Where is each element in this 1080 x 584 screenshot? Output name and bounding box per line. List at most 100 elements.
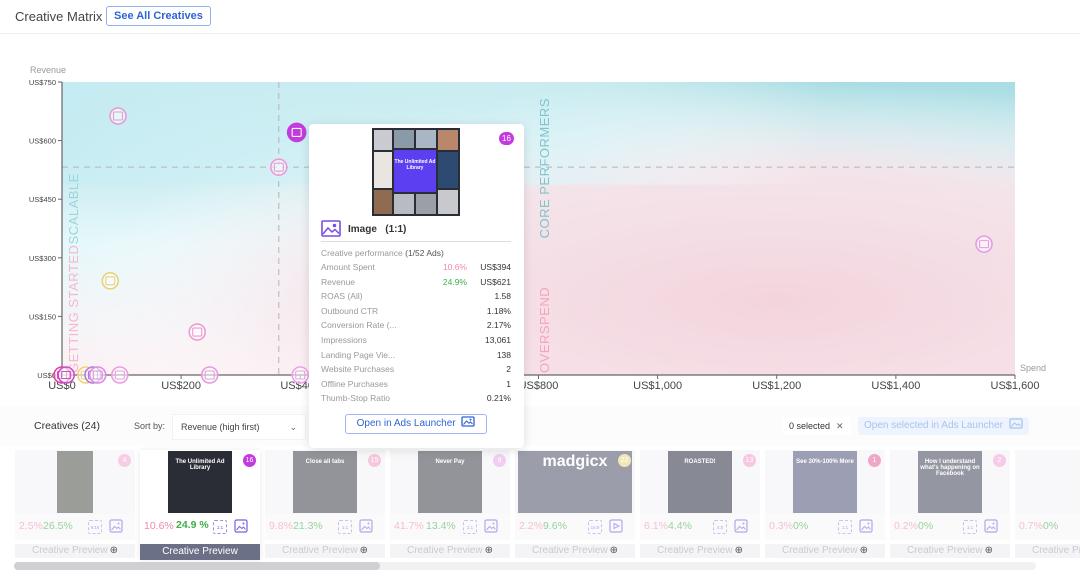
creative-card[interactable]: 0.7%0%1:1 Creative Preview⊕: [1015, 450, 1080, 558]
tooltip-thumb-text: The Unlimited Ad Library: [394, 150, 436, 192]
creative-card[interactable]: 4 2.5% 26.5% 9:16 Creative Preview ⊕: [15, 450, 135, 558]
sort-by-value: Revenue (high first): [181, 422, 260, 432]
point-marker: [286, 122, 307, 143]
creative-card[interactable]: ROASTED! 13 6.1% 4.4% 4:5 Creative Preview ⊕: [640, 450, 760, 558]
creative-point[interactable]: [188, 323, 207, 341]
creative-thumbnail-area: 4: [15, 450, 135, 514]
creative-preview-button[interactable]: Creative Preview⊕: [890, 544, 1010, 558]
open-selected-in-ads-launcher-button[interactable]: Open selected in Ads Launcher: [858, 417, 1029, 435]
clear-selection-icon[interactable]: ✕: [836, 421, 844, 431]
carousel-scrollbar-thumb[interactable]: [14, 562, 380, 570]
zoom-in-icon: ⊕: [359, 545, 368, 556]
creative-card[interactable]: See 30%-100% More 1 0.3% 0% 1:1 Creative Prev…: [765, 450, 885, 558]
revenue-share: 24.9 %: [176, 519, 209, 531]
tooltip-type-label: Image (1:1): [348, 224, 407, 235]
creative-preview-button[interactable]: Creative Preview⊕: [1015, 544, 1080, 558]
y-tick-label: US$750: [29, 78, 56, 87]
aspect-ratio-icon: 4:5: [713, 520, 727, 534]
point-marker: [291, 366, 310, 384]
creative-card[interactable]: Never Pay 9 41.7% 13.4% 1:1 Creative Preview ⊕: [390, 450, 510, 558]
creative-thumbnail: How I understand what's happening on Fac…: [918, 451, 982, 513]
zoom-in-icon: ⊕: [734, 545, 743, 556]
creative-thumbnail: Close all tabs: [293, 451, 357, 513]
creative-thumbnail: See 30%-100% More: [793, 451, 857, 513]
quadrant-label-getting-started: GETTING STARTED: [66, 245, 81, 373]
y-tick-label: US$450: [29, 195, 56, 204]
creative-point[interactable]: [101, 272, 120, 290]
revenue-share: 13.4%: [426, 520, 456, 532]
creative-preview-button[interactable]: Creative Preview⊕: [265, 544, 385, 558]
metric-share: 24.9%: [442, 276, 467, 287]
sort-by-label: Sort by:: [134, 421, 166, 431]
metric-label: Thumb-Stop Ratio: [321, 393, 390, 404]
metric-label: Website Purchases: [321, 364, 395, 375]
creative-point[interactable]: [200, 366, 219, 384]
spend-share: 6.1%: [644, 520, 668, 532]
creative-preview-button[interactable]: Creative Preview⊕: [765, 544, 885, 558]
tooltip-type-row: Image (1:1): [321, 220, 511, 242]
metric-label: Outbound CTR: [321, 305, 379, 316]
revenue-share: 0%: [793, 520, 809, 532]
page-title: Creative Matrix: [15, 9, 103, 24]
point-marker: [110, 366, 129, 384]
aspect-ratio-icon: 1:1: [213, 520, 227, 534]
creative-point[interactable]: [88, 366, 107, 384]
creative-point[interactable]: [286, 122, 307, 143]
creative-preview-label: Creative Preview: [407, 545, 483, 556]
creative-preview-button[interactable]: Creative Preview⊕: [390, 544, 510, 558]
x-tick-label: US$1,200: [752, 380, 801, 392]
creative-stats: 0.3% 0% 1:1: [765, 514, 885, 540]
tooltip-metric-row: Conversion Rate (... 2.17%: [321, 320, 511, 335]
creative-card[interactable]: How I understand what's happening on Fac…: [890, 450, 1010, 558]
point-marker: [200, 366, 219, 384]
x-tick-label: US$800: [519, 380, 559, 392]
x-tick-label: US$200: [161, 380, 201, 392]
creative-point[interactable]: [57, 366, 75, 384]
x-tick-label: US$1,600: [991, 380, 1040, 392]
video-type-icon: [609, 519, 623, 533]
image-type-icon: [234, 519, 248, 533]
creative-thumbnail-area: ROASTED! 13: [640, 450, 760, 514]
ads-launcher-icon: [461, 416, 476, 427]
open-in-ads-launcher-button[interactable]: Open in Ads Launcher: [345, 414, 487, 434]
zoom-in-icon: ⊕: [984, 545, 993, 556]
spend-share: 41.7%: [394, 520, 424, 532]
sort-by-select[interactable]: Revenue (high first) ⌄: [172, 414, 306, 440]
creative-preview-button[interactable]: Creative Preview⊕: [515, 544, 635, 558]
tooltip-metric-row: Offline Purchases 1: [321, 379, 511, 394]
metric-value: 138: [496, 349, 511, 360]
creative-preview-button[interactable]: Creative Preview: [140, 544, 260, 560]
creative-point[interactable]: [109, 107, 127, 125]
creative-preview-label: Creative Preview: [162, 546, 238, 557]
creative-tooltip: The Unlimited Ad Library 16 Image (1:1) …: [309, 124, 524, 448]
quadrant-label-overspend: OVERSPEND: [537, 287, 552, 373]
revenue-share: 0%: [918, 520, 934, 532]
tooltip-metric-row: Revenue 24.9% US$621: [321, 277, 511, 292]
creative-stats: 2.5% 26.5% 9:16: [15, 514, 135, 540]
creative-point[interactable]: [110, 366, 129, 384]
revenue-share: 0%: [1043, 520, 1059, 532]
creative-preview-button[interactable]: Creative Preview⊕: [15, 544, 135, 558]
tooltip-creative-thumbnail: The Unlimited Ad Library: [372, 128, 460, 216]
creative-point[interactable]: [270, 158, 288, 176]
creative-preview-label: Creative Preview: [282, 545, 358, 556]
image-type-icon: [734, 519, 748, 533]
creative-point[interactable]: [291, 366, 310, 384]
creative-matrix-chart: Revenue Spend US$0 US$150 US$300 US$450 US$600…: [0, 34, 1080, 406]
metric-value: 13,061: [485, 334, 511, 345]
tooltip-metric-row: Amount Spent 10.6% US$394: [321, 262, 511, 277]
creative-preview-button[interactable]: Creative Preview⊕: [640, 544, 760, 558]
creative-card[interactable]: The Unlimited Ad Library 16 10.6% 24.9 % 1:1…: [140, 450, 260, 560]
creative-card[interactable]: madgicx 22 2.2% 9.6% 16:9 Creative Preview ⊕: [515, 450, 635, 558]
creative-thumbnail: ROASTED!: [668, 451, 732, 513]
creative-card[interactable]: Close all tabs 15 9.8% 21.3% 1:1 Creative Pre…: [265, 450, 385, 558]
creative-thumbnail: [1043, 451, 1080, 513]
creative-thumbnail-area: Close all tabs 15: [265, 450, 385, 514]
see-all-creatives-button[interactable]: See All Creatives: [106, 6, 211, 26]
metric-value: 1: [506, 378, 511, 389]
creative-count-badge: 13: [743, 454, 756, 467]
metric-label: ROAS (All): [321, 291, 363, 302]
creative-point[interactable]: [975, 235, 993, 253]
image-type-icon: [484, 519, 498, 533]
metric-label: Landing Page Vie...: [321, 349, 396, 360]
